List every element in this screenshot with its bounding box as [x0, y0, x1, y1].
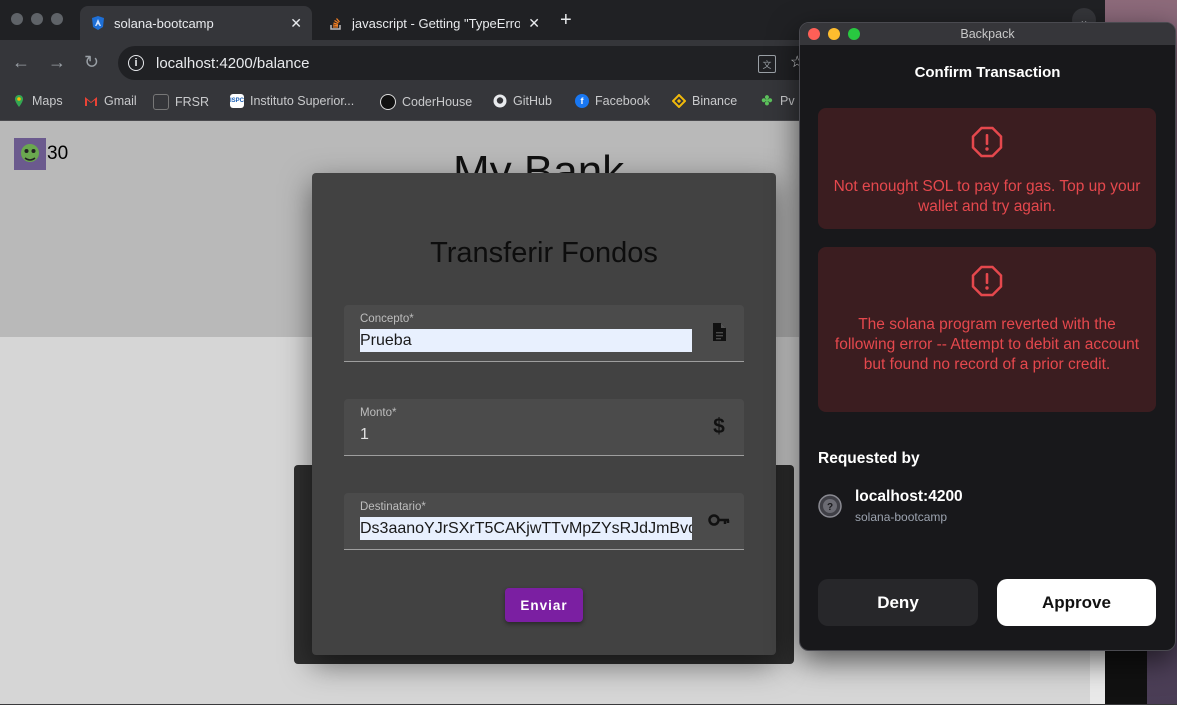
error-banner-gas: Not enought SOL to pay for gas. Top up y… — [818, 108, 1156, 229]
concepto-field[interactable]: Concepto* Prueba — [344, 305, 744, 362]
bookmark-label: GitHub — [513, 94, 552, 108]
tab-title: solana-bootcamp — [114, 15, 214, 31]
maps-icon — [15, 95, 23, 107]
bookmark-gmail[interactable]: Gmail — [84, 94, 137, 108]
bookmark-label: Facebook — [595, 94, 650, 108]
window-minimize-button[interactable] — [31, 13, 43, 25]
forward-arrow-icon[interactable]: → — [48, 52, 66, 73]
tab-close-icon[interactable]: ✕ — [528, 15, 540, 32]
background-window-divider — [1105, 650, 1147, 705]
avatar — [14, 138, 46, 170]
ispc-icon: ISPC — [230, 94, 244, 108]
window-zoom-button[interactable] — [51, 13, 63, 25]
dialog-title: Transferir Fondos — [430, 237, 658, 269]
requester-name: solana-bootcamp — [855, 510, 948, 524]
destinatario-field[interactable]: Destinatario* Ds3aanoYJrSXrT5CAKjwTTvMpZ… — [344, 493, 744, 550]
bookmark-label: Binance — [692, 94, 738, 108]
transfer-dialog: Transferir Fondos Concepto* Prueba Monto… — [312, 173, 776, 655]
binance-icon — [672, 94, 686, 108]
question-circle-icon: ? — [818, 494, 842, 518]
tab-solana-bootcamp[interactable]: solana-bootcamp ✕ — [80, 6, 312, 40]
requested-by-label: Requested by — [818, 450, 920, 467]
translate-icon[interactable]: 文 — [758, 55, 776, 73]
popup-header: Confirm Transaction — [914, 64, 1061, 81]
coderhouse-icon — [380, 94, 396, 110]
destinatario-input[interactable]: Ds3aanoYJrSXrT5CAKjwTTvMpZYsRJdJmBvdHfkT… — [360, 517, 692, 540]
bookmark-github[interactable]: GitHub — [493, 94, 552, 108]
bookmark-label: CoderHouse — [402, 95, 473, 109]
send-button[interactable]: Enviar — [505, 588, 583, 622]
warning-octagon-icon — [971, 265, 1003, 297]
back-arrow-icon[interactable]: ← — [12, 52, 30, 73]
requester-host: localhost:4200 — [855, 488, 963, 505]
site-info-icon[interactable]: i — [128, 55, 144, 71]
tab-stackoverflow[interactable]: javascript - Getting "TypeError ✕ — [318, 6, 550, 40]
bookmark-maps[interactable]: Maps — [12, 94, 63, 108]
bookmark-label: Maps — [32, 94, 63, 108]
stackoverflow-favicon-icon — [330, 18, 341, 30]
svg-text:?: ? — [827, 502, 833, 513]
error-message: Not enought SOL to pay for gas. Top up y… — [833, 178, 1141, 215]
bookmark-label: FRSR — [175, 95, 210, 109]
bookmark-binance[interactable]: Binance — [672, 94, 737, 108]
bookmark-label: Gmail — [104, 94, 137, 108]
deny-button[interactable]: Deny — [818, 579, 978, 626]
address-bar[interactable]: i localhost:4200/balance 文 ☆ — [118, 46, 818, 80]
bookmark-label: Pv — [780, 94, 795, 108]
bookmark-frsr[interactable]: FRSR — [153, 94, 209, 110]
github-icon — [493, 94, 507, 108]
tab-close-icon[interactable]: ✕ — [290, 15, 302, 32]
warning-octagon-icon — [971, 126, 1003, 158]
bookmark-facebook[interactable]: f Facebook — [575, 94, 650, 108]
frsr-icon — [153, 94, 169, 110]
dollar-icon: $ — [713, 415, 725, 438]
url-text[interactable]: localhost:4200/balance — [156, 55, 309, 72]
bookmark-label: Instituto Superior... — [250, 94, 355, 108]
popup-window-title: Backpack — [960, 27, 1015, 41]
error-banner-program: The solana program reverted with the fol… — [818, 247, 1156, 412]
balance-value: 30 — [47, 143, 69, 164]
gmail-icon — [85, 97, 97, 106]
concepto-input[interactable]: Prueba — [360, 329, 692, 352]
backpack-wallet-popup: Backpack Confirm Transaction Not enought… — [799, 22, 1176, 651]
field-label: Destinatario* — [360, 501, 426, 513]
approve-button[interactable]: Approve — [997, 579, 1156, 626]
monto-field[interactable]: Monto* 1 $ — [344, 399, 744, 456]
bookmark-pv[interactable]: ✤ Pv — [760, 93, 795, 108]
popup-titlebar: Backpack — [800, 23, 1175, 45]
monto-input[interactable]: 1 — [360, 423, 692, 446]
facebook-icon: f — [575, 94, 589, 108]
key-icon — [708, 514, 730, 526]
reload-icon[interactable]: ↻ — [84, 52, 99, 73]
bookmark-coderhouse[interactable]: CoderHouse — [380, 94, 472, 110]
field-label: Monto* — [360, 407, 397, 419]
document-icon — [713, 323, 726, 341]
clover-icon: ✤ — [761, 93, 773, 108]
tab-title: javascript - Getting "TypeError — [352, 15, 521, 31]
window-close-button[interactable] — [11, 13, 23, 25]
angular-favicon-icon — [92, 16, 104, 30]
bookmark-instituto[interactable]: ISPC Instituto Superior... — [230, 94, 354, 108]
field-label: Concepto* — [360, 313, 414, 325]
error-message: The solana program reverted with the fol… — [834, 316, 1140, 373]
new-tab-button[interactable]: + — [560, 9, 572, 32]
